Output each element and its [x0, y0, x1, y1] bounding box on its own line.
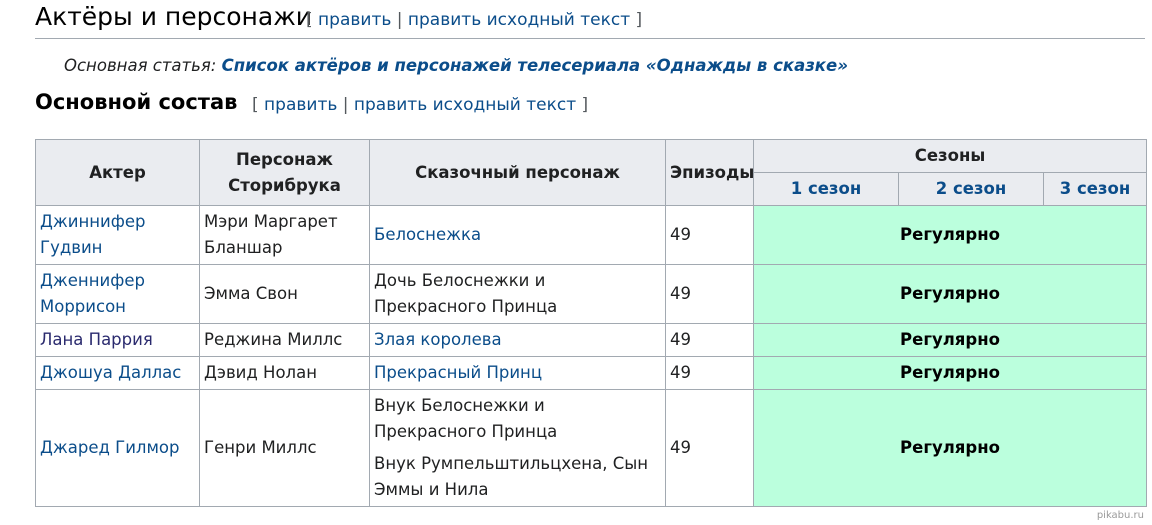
header-fairytale-character: Сказочный персонаж — [369, 139, 666, 206]
fairytale-character: Дочь Белоснежки и Прекрасного Принца — [369, 264, 666, 324]
fairytale-character-link[interactable]: Прекрасный Принц — [374, 363, 542, 382]
episodes-count: 49 — [665, 356, 754, 390]
storybrooke-character: Мэри Маргарет Бланшар — [199, 205, 370, 265]
main-article-link[interactable]: Список актёров и персонажей телесериала … — [222, 56, 848, 75]
header-seasons: Сезоны — [753, 139, 1147, 173]
header-season-1[interactable]: 1 сезон — [753, 172, 899, 206]
season-status: Регулярно — [753, 264, 1147, 324]
section-heading: Актёры и персонажи [ править | править и… — [35, 0, 1145, 39]
season-status: Регулярно — [753, 323, 1147, 357]
header-season-2[interactable]: 2 сезон — [898, 172, 1044, 206]
episodes-count: 49 — [665, 323, 754, 357]
table-row: Джаред Гилмор Генри Миллс Внук Белоснежк… — [35, 389, 1147, 507]
header-season-3[interactable]: 3 сезон — [1043, 172, 1147, 206]
main-article-hatnote: Основная статья: Список актёров и персон… — [64, 56, 848, 75]
table-row: Джошуа Даллас Дэвид Нолан Прекрасный При… — [35, 356, 1147, 390]
season-status: Регулярно — [753, 205, 1147, 265]
subsection-edit-link[interactable]: править — [264, 95, 337, 115]
section-edit-links: [ править | править исходный текст ] — [306, 10, 643, 30]
subsection-edit-links: [ править | править исходный текст ] — [252, 95, 589, 115]
cast-table: Актер Персонаж Сторибрука Сказочный перс… — [35, 139, 1147, 507]
season-status: Регулярно — [753, 356, 1147, 390]
episodes-count: 49 — [665, 389, 754, 507]
fairytale-character: Внук Румпельштильцхена, Сын Эммы и Нила — [374, 454, 649, 499]
fairytale-character-link[interactable]: Белоснежка — [374, 225, 481, 244]
actor-link[interactable]: Дженнифер Моррисон — [40, 271, 145, 316]
header-actor: Актер — [35, 139, 200, 206]
header-episodes: Эпизоды — [665, 139, 754, 206]
storybrooke-character: Дэвид Нолан — [199, 356, 370, 390]
section-title: Актёры и персонажи — [35, 2, 312, 31]
subsection-title: Основной состав — [35, 90, 238, 114]
actor-link[interactable]: Джошуа Даллас — [40, 363, 181, 382]
actor-link[interactable]: Джаред Гилмор — [40, 438, 180, 457]
table-row: Джиннифер Гудвин Мэри Маргарет Бланшар Б… — [35, 205, 1147, 265]
actor-link[interactable]: Джиннифер Гудвин — [40, 212, 146, 257]
header-storybrooke-character: Персонаж Сторибрука — [199, 139, 370, 206]
subsection-edit-source-link[interactable]: править исходный текст — [354, 95, 576, 115]
fairytale-character-link[interactable]: Злая королева — [374, 330, 502, 349]
episodes-count: 49 — [665, 264, 754, 324]
episodes-count: 49 — [665, 205, 754, 265]
hatnote-prefix: Основная статья: — [64, 56, 217, 75]
actor-link[interactable]: Лана Паррия — [40, 330, 153, 349]
section-edit-link[interactable]: править — [318, 10, 391, 30]
section-edit-source-link[interactable]: править исходный текст — [408, 10, 630, 30]
storybrooke-character: Генри Миллс — [199, 389, 370, 507]
storybrooke-character: Реджина Миллс — [199, 323, 370, 357]
table-row: Дженнифер Моррисон Эмма Свон Дочь Белосн… — [35, 264, 1147, 324]
season-status: Регулярно — [753, 389, 1147, 507]
fairytale-character: Внук Белоснежки и Прекрасного Принца — [374, 396, 558, 441]
table-row: Лана Паррия Реджина Миллс Злая королева … — [35, 323, 1147, 357]
watermark: pikabu.ru — [1096, 510, 1144, 521]
storybrooke-character: Эмма Свон — [199, 264, 370, 324]
